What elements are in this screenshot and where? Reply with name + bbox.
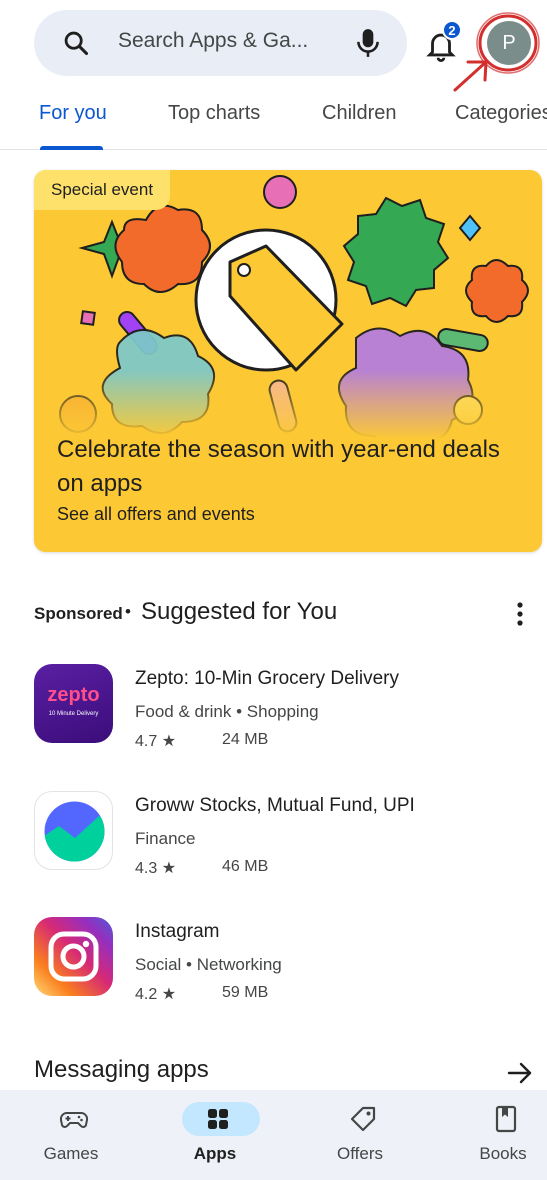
groww-icon [34,791,113,870]
mic-icon[interactable] [355,27,381,59]
app-size: 24 MB [222,731,269,748]
nav-label: Games [43,1144,99,1163]
suggested-section-header: Sponsored • Suggested for You [34,598,534,630]
app-list-item[interactable]: Groww Stocks, Mutual Fund, UPI Finance 4… [34,791,534,877]
bottom-navigation: Games Apps Offers Books [0,1090,547,1180]
tab-bar: For you Top charts Children Categories [0,96,547,150]
app-size: 46 MB [222,858,269,875]
avatar[interactable]: P [487,21,531,65]
search-icon [64,31,89,56]
section-title: Suggested for You [141,598,338,625]
app-rating: 4.2 ★ [135,986,177,1003]
special-event-tag: Special event [34,170,171,210]
book-icon [495,1105,517,1133]
active-tab-indicator [40,146,103,150]
nav-apps[interactable]: Apps [160,1090,270,1180]
zepto-logo-text: zepto [47,684,100,706]
app-category: Food & drink • Shopping [135,702,319,721]
app-name: Instagram [135,921,220,942]
nav-games[interactable]: Games [16,1090,126,1180]
separator-dot: • [125,602,131,621]
app-rating: 4.7 ★ [135,733,177,750]
instagram-icon [34,917,113,996]
app-name: Groww Stocks, Mutual Fund, UPI [135,795,415,816]
app-list-item[interactable]: zepto 10 Minute Delivery Zepto: 10-Min G… [34,664,534,750]
more-options-icon[interactable] [512,600,528,628]
app-name: Zepto: 10-Min Grocery Delivery [135,668,399,689]
search-input[interactable]: Search Apps & Ga... [118,29,308,53]
tab-categories[interactable]: Categories [455,102,547,125]
app-list-item[interactable]: Instagram Social • Networking 4.2 ★ 59 M… [34,917,534,1003]
nav-label: Books [479,1144,527,1163]
notifications-button[interactable]: 2 [424,20,464,64]
special-event-banner[interactable]: Special event Celebrate the season with … [34,170,542,552]
tab-for-you[interactable]: For you [39,102,107,125]
tab-children[interactable]: Children [322,102,396,125]
app-size: 59 MB [222,984,269,1001]
nav-offers[interactable]: Offers [305,1090,415,1180]
banner-subtitle[interactable]: See all offers and events [57,504,255,525]
app-rating: 4.3 ★ [135,860,177,877]
banner-title: Celebrate the season with year-end deals… [57,436,500,497]
tab-top-charts[interactable]: Top charts [168,102,260,125]
gamepad-icon [59,1111,89,1128]
tag-icon [350,1106,376,1132]
app-category: Social • Networking [135,955,282,974]
arrow-right-icon[interactable] [507,1061,533,1085]
instagram-logo [48,931,99,982]
zepto-icon: zepto 10 Minute Delivery [34,664,113,743]
messaging-section-title[interactable]: Messaging apps [34,1056,209,1084]
nav-books[interactable]: Books [448,1090,547,1180]
app-category: Finance [135,829,196,848]
nav-label: Apps [193,1144,237,1163]
sponsored-label: Sponsored [34,604,123,623]
search-bar[interactable]: Search Apps & Ga... [34,10,407,76]
zepto-logo-subtext: 10 Minute Delivery [48,711,99,717]
nav-label: Offers [337,1144,383,1163]
notification-badge: 2 [442,20,462,40]
groww-logo [44,801,105,862]
apps-grid-icon [208,1109,228,1129]
